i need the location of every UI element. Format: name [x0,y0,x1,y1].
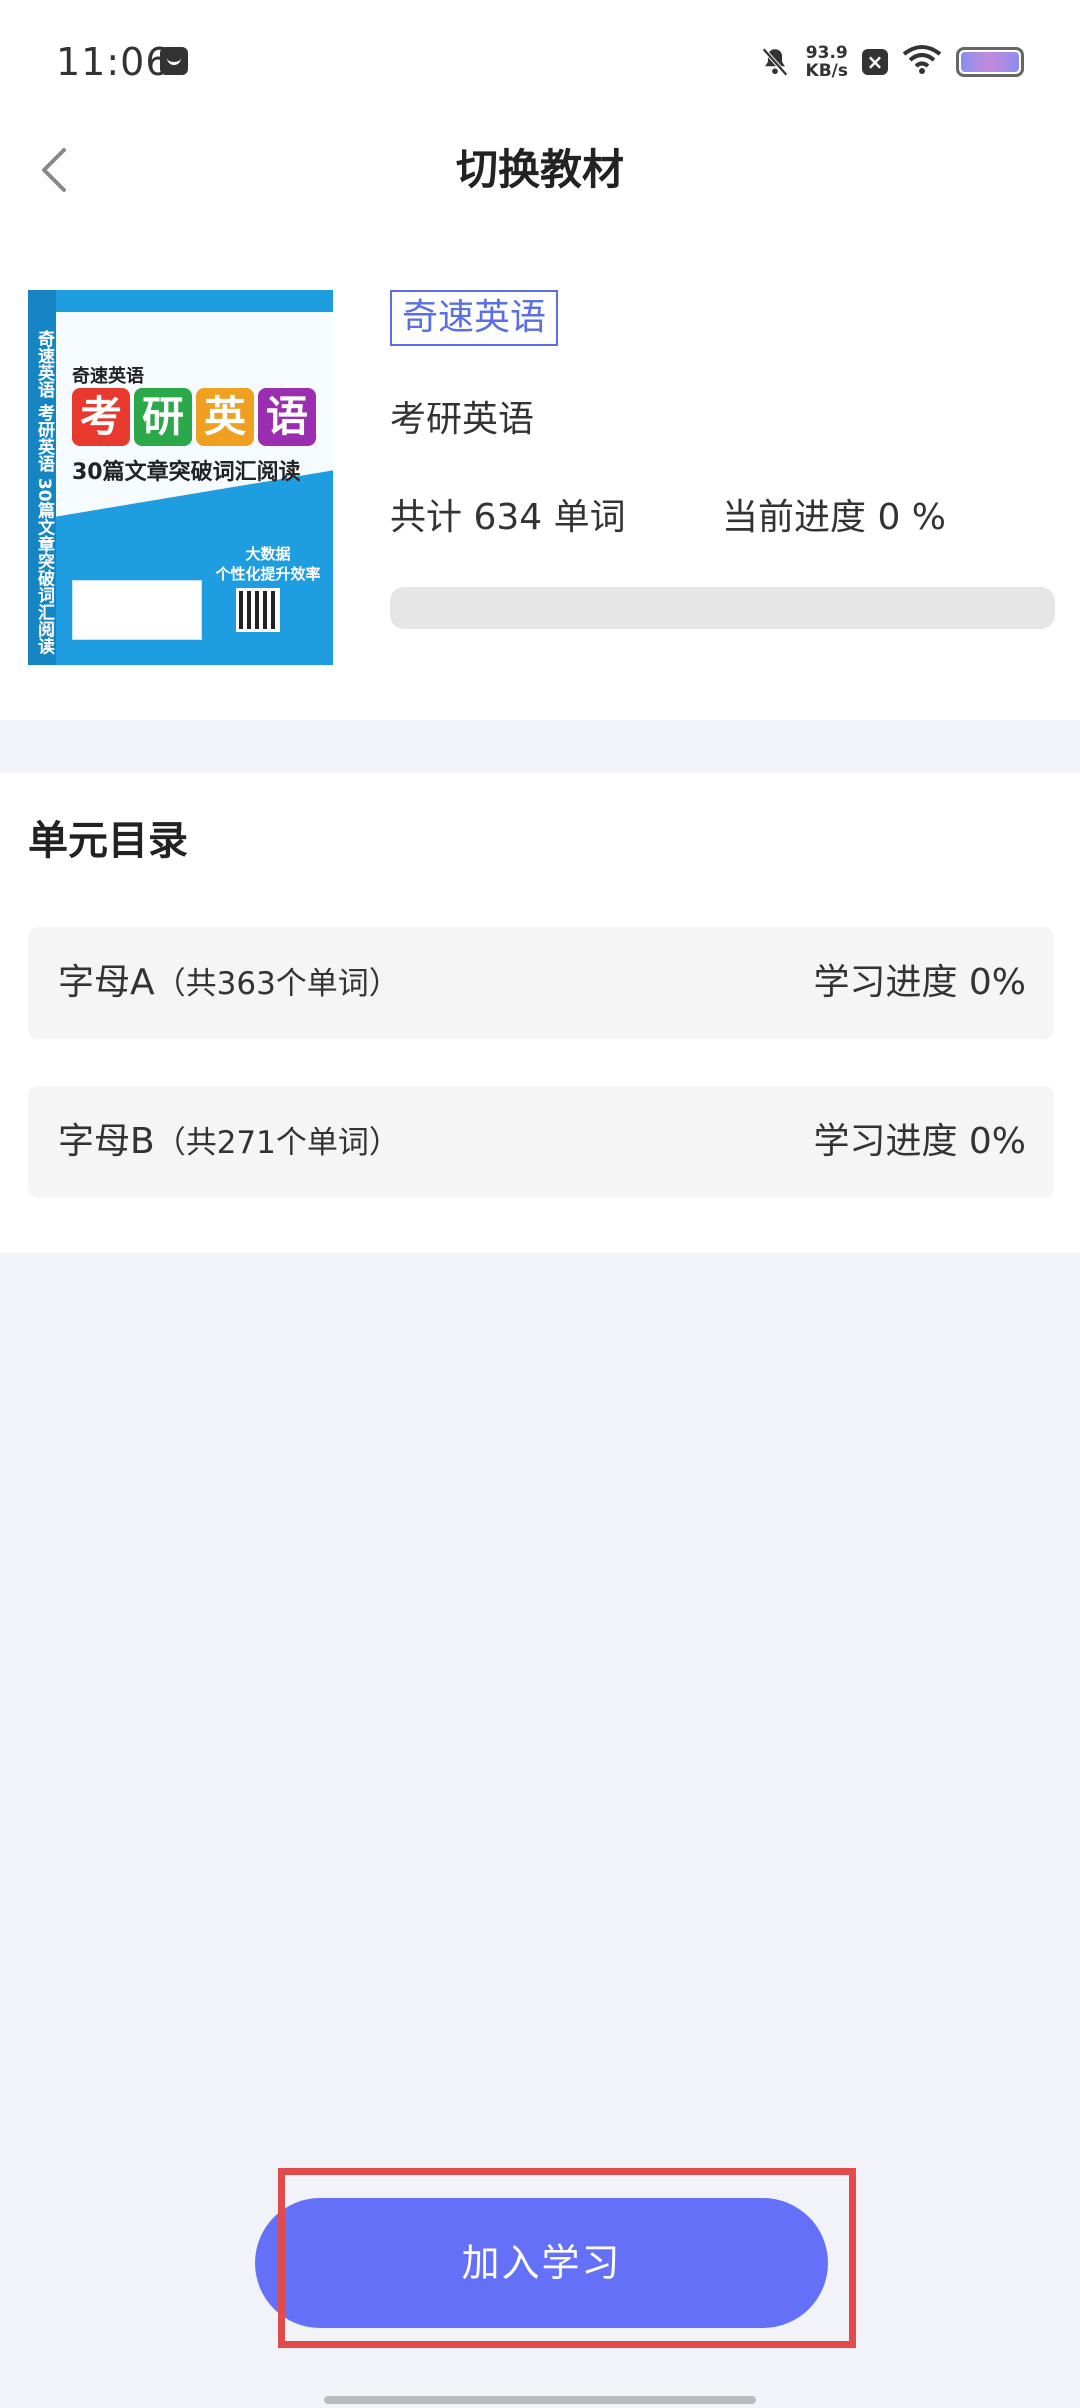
cover-tile: 语 [258,388,316,446]
unit-name: 字母B（共271个单词） [58,1114,400,1171]
cover-badge: 大数据 个性化提升效率 [208,544,328,584]
unit-item-a[interactable]: 字母A（共363个单词） 学习进度 0% [28,927,1054,1039]
book-cover-image: 奇速英语 考研英语 30篇文章突破词汇阅读 奇速英语 考 研 英 语 30篇文章… [28,290,333,665]
net-speed-value: 93.9 [805,43,848,63]
net-speed: 93.9 KB/s [806,44,848,80]
cover-badge-line1: 大数据 [245,545,291,563]
unit-word-count: （共363个单词） [154,966,400,1002]
unit-progress: 学习进度 0% [813,1121,1026,1162]
cover-tile: 英 [196,388,254,446]
status-bar: 11:06 93.9 KB/s × [0,0,1080,125]
qr-code-icon [236,588,280,632]
home-indicator[interactable] [324,2396,756,2404]
status-icons: 93.9 KB/s × [758,40,1024,84]
book-publisher-tag: 奇速英语 [390,290,559,346]
cover-badge-line2: 个性化提升效率 [215,565,321,583]
cover-spine-text: 奇速英语 考研英语 30篇文章突破词汇阅读 [34,330,54,655]
section-title: 单元目录 [28,818,188,864]
unit-name: 字母A（共363个单词） [58,955,400,1012]
unit-progress: 学习进度 0% [813,962,1026,1003]
wifi-icon [902,44,942,80]
cover-subtitle: 30篇文章突破词汇阅读 [72,460,301,485]
message-icon [160,47,188,75]
join-study-button[interactable]: 加入学习 [255,2198,828,2328]
book-progress-text: 当前进度 0 % [722,497,946,538]
book-word-total: 共计 634 单词 [390,497,626,538]
net-speed-unit: KB/s [805,61,848,81]
unit-word-count: （共271个单词） [154,1125,400,1161]
cover-tile: 考 [72,388,130,446]
unit-item-b[interactable]: 字母B（共271个单词） 学习进度 0% [28,1086,1054,1198]
page-title: 切换教材 [455,145,624,194]
status-time: 11:06 [56,40,171,84]
unit-letter: 字母B [58,1121,155,1162]
battery-icon [956,47,1024,77]
book-name: 考研英语 [390,399,535,440]
cover-title-tiles: 考 研 英 语 [72,388,316,446]
cover-chart-graphic [72,580,202,640]
unit-letter: 字母A [58,962,155,1003]
book-progress-bar [390,587,1055,629]
close-box-icon: × [862,49,888,75]
unit-catalog: 单元目录 字母A（共363个单词） 学习进度 0% 字母B（共271个单词） 学… [0,773,1080,1253]
cover-brand: 奇速英语 [72,366,144,387]
cover-tile: 研 [134,388,192,446]
bell-off-icon [758,45,792,79]
